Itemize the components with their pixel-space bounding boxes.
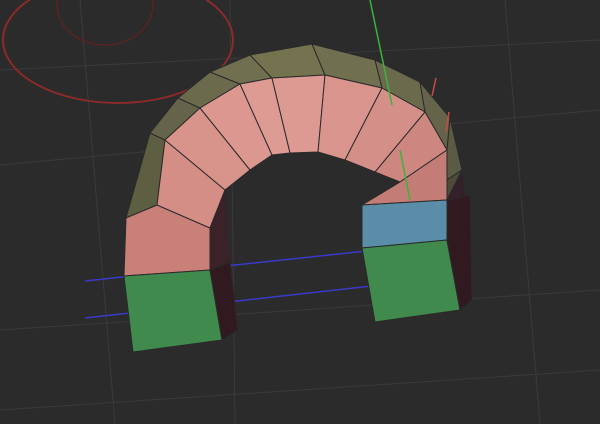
- left-leg-front[interactable]: [123, 269, 223, 353]
- right-leg[interactable]: [361, 194, 473, 323]
- rotation-ring-inner[interactable]: [56, 0, 154, 46]
- right-leg-front[interactable]: [361, 239, 461, 323]
- viewport-canvas[interactable]: [0, 0, 600, 424]
- 3d-viewport[interactable]: [0, 0, 600, 424]
- left-leg[interactable]: [123, 261, 239, 353]
